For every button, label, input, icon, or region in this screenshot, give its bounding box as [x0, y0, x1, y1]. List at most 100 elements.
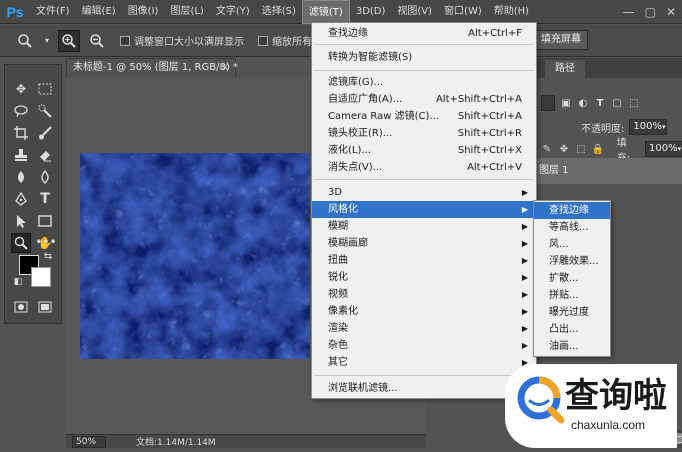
layer-filter-select[interactable]: [541, 95, 555, 111]
checkbox-box[interactable]: [120, 35, 130, 46]
menu-view[interactable]: 视图(V): [391, 0, 438, 24]
stylize-submenu: 查找边缘 等高线... 风... 浮雕效果... 扩散... 拼贴... 曝光过…: [533, 200, 611, 357]
quick-select-tool-icon[interactable]: [35, 101, 55, 121]
resize-windows-checkbox[interactable]: 调整窗口大小以满屏显示: [120, 33, 244, 48]
fill-screen-button[interactable]: 填充屏幕: [534, 30, 588, 50]
lock-all-icon[interactable]: 🔒: [592, 143, 604, 155]
lock-position-icon[interactable]: ✥: [558, 143, 570, 155]
submenu-item-find-edges[interactable]: 查找边缘: [534, 202, 610, 219]
lock-pixels-icon[interactable]: ✎: [541, 143, 553, 155]
menu-item-noise[interactable]: 杂色 ▶: [312, 337, 536, 354]
menu-3d[interactable]: 3D(D): [350, 0, 392, 24]
menu-type[interactable]: 文字(Y): [210, 0, 256, 24]
default-colors-icon[interactable]: ◧: [11, 275, 25, 289]
image-filter-icon[interactable]: ▣: [560, 97, 572, 109]
rectangle-tool-icon[interactable]: [35, 211, 55, 231]
shortcut-label: Alt+Shift+Ctrl+A: [435, 94, 522, 105]
eraser-tool-icon[interactable]: [35, 145, 55, 165]
move-tool-icon[interactable]: ✥: [11, 79, 31, 99]
menu-filter[interactable]: 滤镜(T): [301, 0, 350, 24]
zoom-all-checkbox[interactable]: 缩放所有: [258, 33, 312, 48]
submenu-item-extrude[interactable]: 凸出...: [534, 321, 610, 338]
fill-value: 100%: [649, 143, 678, 154]
zoom-tool-preset-icon[interactable]: [14, 30, 36, 52]
dodge-tool-icon[interactable]: [11, 167, 31, 187]
submenu-arrow-icon: ▶: [521, 188, 528, 197]
opacity-field[interactable]: 100% ▾: [629, 119, 668, 135]
document-size-info: 文档:1.14M/1.14M: [136, 438, 216, 448]
marquee-tool-icon[interactable]: [35, 79, 55, 99]
close-tab-icon[interactable]: ×: [221, 59, 229, 77]
menu-edit[interactable]: 编辑(E): [76, 0, 122, 24]
zoom-tool-icon[interactable]: [11, 233, 31, 253]
submenu-item-wind[interactable]: 风...: [534, 236, 610, 253]
shape-filter-icon[interactable]: ▢: [611, 97, 623, 109]
menu-item-vanishing-point[interactable]: 消失点(V)... Alt+Ctrl+V: [312, 159, 536, 176]
menu-item-stylize[interactable]: 风格化 ▶: [312, 201, 536, 218]
dropdown-chevron-icon[interactable]: ▾: [42, 30, 52, 52]
adjustment-filter-icon[interactable]: ◐: [577, 97, 589, 109]
zoom-out-icon[interactable]: [86, 30, 108, 52]
menu-item-video[interactable]: 视频 ▶: [312, 286, 536, 303]
menu-item-3d[interactable]: 3D ▶: [312, 184, 536, 201]
menu-item-browse-online-filters[interactable]: 浏览联机滤镜...: [312, 380, 536, 397]
submenu-item-emboss[interactable]: 浮雕效果...: [534, 253, 610, 270]
menu-item-render[interactable]: 渲染 ▶: [312, 320, 536, 337]
menu-item-sharpen[interactable]: 锐化 ▶: [312, 269, 536, 286]
submenu-item-tiles[interactable]: 拼贴...: [534, 287, 610, 304]
submenu-item-contour[interactable]: 等高线...: [534, 219, 610, 236]
menu-image[interactable]: 图像(I): [122, 0, 165, 24]
submenu-item-solarize[interactable]: 曝光过度: [534, 304, 610, 321]
document-tab[interactable]: 未标题-1 @ 50% (图层 1, RGB/8) * ×: [66, 58, 238, 78]
menu-item-convert-smart-filter[interactable]: 转换为智能滤镜(S): [312, 49, 536, 66]
close-icon[interactable]: ✕: [666, 5, 676, 19]
menu-layer[interactable]: 图层(L): [164, 0, 209, 24]
menu-item-adaptive-wide-angle[interactable]: 自适应广角(A)... Alt+Shift+Ctrl+A: [312, 91, 536, 108]
menu-item-lens-correction[interactable]: 镜头校正(R)... Shift+Ctrl+R: [312, 125, 536, 142]
menu-item-camera-raw[interactable]: Camera Raw 滤镜(C)... Shift+Ctrl+A: [312, 108, 536, 125]
menu-item-label: 转换为智能滤镜(S): [328, 52, 413, 63]
zoom-level-field[interactable]: 50%: [72, 435, 106, 448]
restore-icon[interactable]: ▢: [645, 5, 656, 19]
brush-tool-icon[interactable]: [35, 123, 55, 143]
path-select-tool-icon[interactable]: [11, 211, 31, 231]
ellipsis-icon[interactable]: •••: [35, 232, 56, 252]
layer-row[interactable]: 图层 1: [535, 158, 682, 184]
stamp-tool-icon[interactable]: [11, 145, 31, 165]
menu-item-blur[interactable]: 模糊 ▶: [312, 218, 536, 235]
lasso-tool-icon[interactable]: [11, 101, 31, 121]
fill-field[interactable]: 100% ▾: [645, 141, 682, 157]
lock-artboard-icon[interactable]: ⬚: [575, 143, 587, 155]
smart-object-filter-icon[interactable]: ⬚: [628, 97, 640, 109]
menu-item-pixelate[interactable]: 像素化 ▶: [312, 303, 536, 320]
menu-help[interactable]: 帮助(H): [488, 0, 535, 24]
menu-window[interactable]: 窗口(W): [438, 0, 488, 24]
submenu-item-oil-paint[interactable]: 油画...: [534, 338, 610, 355]
menu-select[interactable]: 选择(S): [256, 0, 302, 24]
crop-tool-icon[interactable]: [11, 123, 31, 143]
quick-mask-icon[interactable]: [11, 297, 31, 317]
menu-item-blur-gallery[interactable]: 模糊画廊 ▶: [312, 235, 536, 252]
pen-tool-icon[interactable]: [11, 189, 31, 209]
menu-item-label: 3D: [328, 187, 343, 198]
canvas[interactable]: [80, 153, 310, 359]
zoom-in-icon[interactable]: [58, 29, 80, 52]
submenu-item-diffuse[interactable]: 扩散...: [534, 270, 610, 287]
checkbox-box[interactable]: [258, 35, 268, 46]
text-tool-icon[interactable]: T: [35, 189, 55, 209]
shortcut-label: Shift+Ctrl+R: [457, 128, 522, 139]
watermark: 查询啦 chaxunla.com: [505, 364, 677, 448]
screen-mode-icon[interactable]: [35, 297, 55, 317]
tab-paths[interactable]: 路径: [545, 60, 585, 78]
background-color-swatch[interactable]: [31, 267, 51, 287]
minimize-icon[interactable]: —: [623, 5, 635, 19]
menu-item-filter-gallery[interactable]: 滤镜库(G)...: [312, 74, 536, 91]
menu-item-label: 渲染: [328, 323, 348, 334]
blur-tool-icon[interactable]: [35, 167, 55, 187]
menu-item-other[interactable]: 其它 ▶: [312, 354, 536, 371]
type-filter-icon[interactable]: T: [594, 97, 606, 109]
menu-item-find-edges-last[interactable]: 查找边缘 Alt+Ctrl+F: [312, 25, 536, 42]
menu-item-liquify[interactable]: 液化(L)... Shift+Ctrl+X: [312, 142, 536, 159]
menu-item-distort[interactable]: 扭曲 ▶: [312, 252, 536, 269]
menu-file[interactable]: 文件(F): [30, 0, 76, 24]
